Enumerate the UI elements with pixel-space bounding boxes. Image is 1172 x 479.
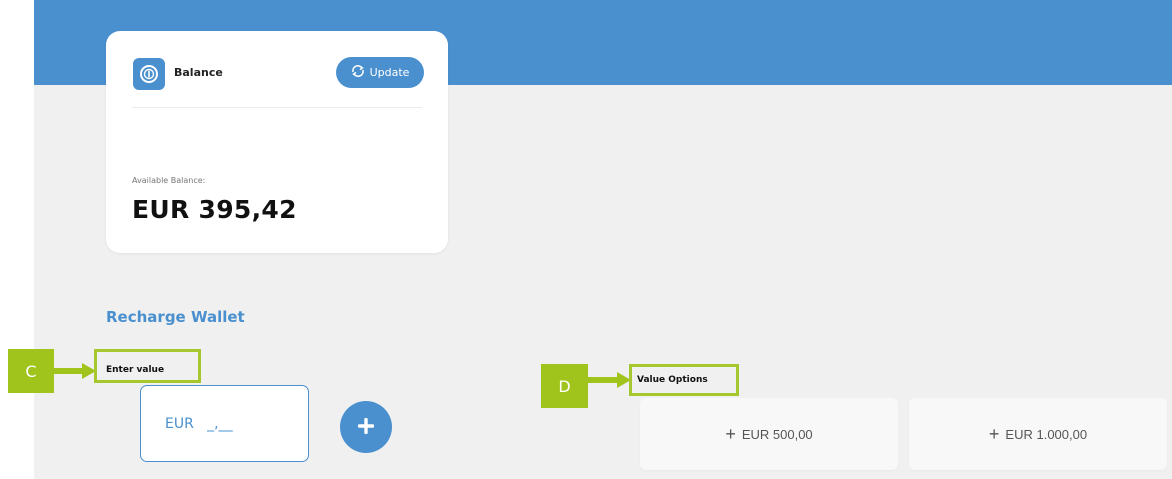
- plus-icon: [355, 415, 377, 440]
- plus-icon: +: [725, 424, 736, 444]
- value-option-1000[interactable]: + EUR 1.000,00: [909, 398, 1167, 470]
- refresh-icon: [351, 64, 365, 81]
- plus-icon: +: [988, 424, 1000, 444]
- card-divider: [132, 107, 422, 108]
- annotation-marker-d: D: [541, 364, 588, 408]
- balance-card: Balance Update Available Balance: EUR 39…: [106, 31, 448, 253]
- balance-card-title: Balance: [174, 66, 223, 79]
- highlight-box-enter-value: [94, 349, 201, 383]
- update-button-label: Update: [369, 66, 410, 79]
- balance-amount: EUR 395,42: [132, 195, 297, 224]
- update-button[interactable]: Update: [336, 57, 424, 88]
- value-input[interactable]: [140, 385, 309, 462]
- add-value-button[interactable]: [340, 401, 392, 453]
- value-option-label: EUR 1.000,00: [1005, 426, 1088, 442]
- annotation-arrow-c: [54, 363, 96, 379]
- value-options-label: Value Options: [637, 375, 708, 385]
- available-balance-label: Available Balance:: [132, 176, 206, 185]
- recharge-wallet-title: Recharge Wallet: [106, 308, 245, 326]
- value-option-500[interactable]: + EUR 500,00: [640, 398, 898, 470]
- value-option-label: EUR 500,00: [741, 426, 813, 442]
- annotation-marker-c: C: [8, 349, 54, 393]
- annotation-arrow-d: [588, 372, 631, 388]
- coin-icon: [133, 58, 165, 90]
